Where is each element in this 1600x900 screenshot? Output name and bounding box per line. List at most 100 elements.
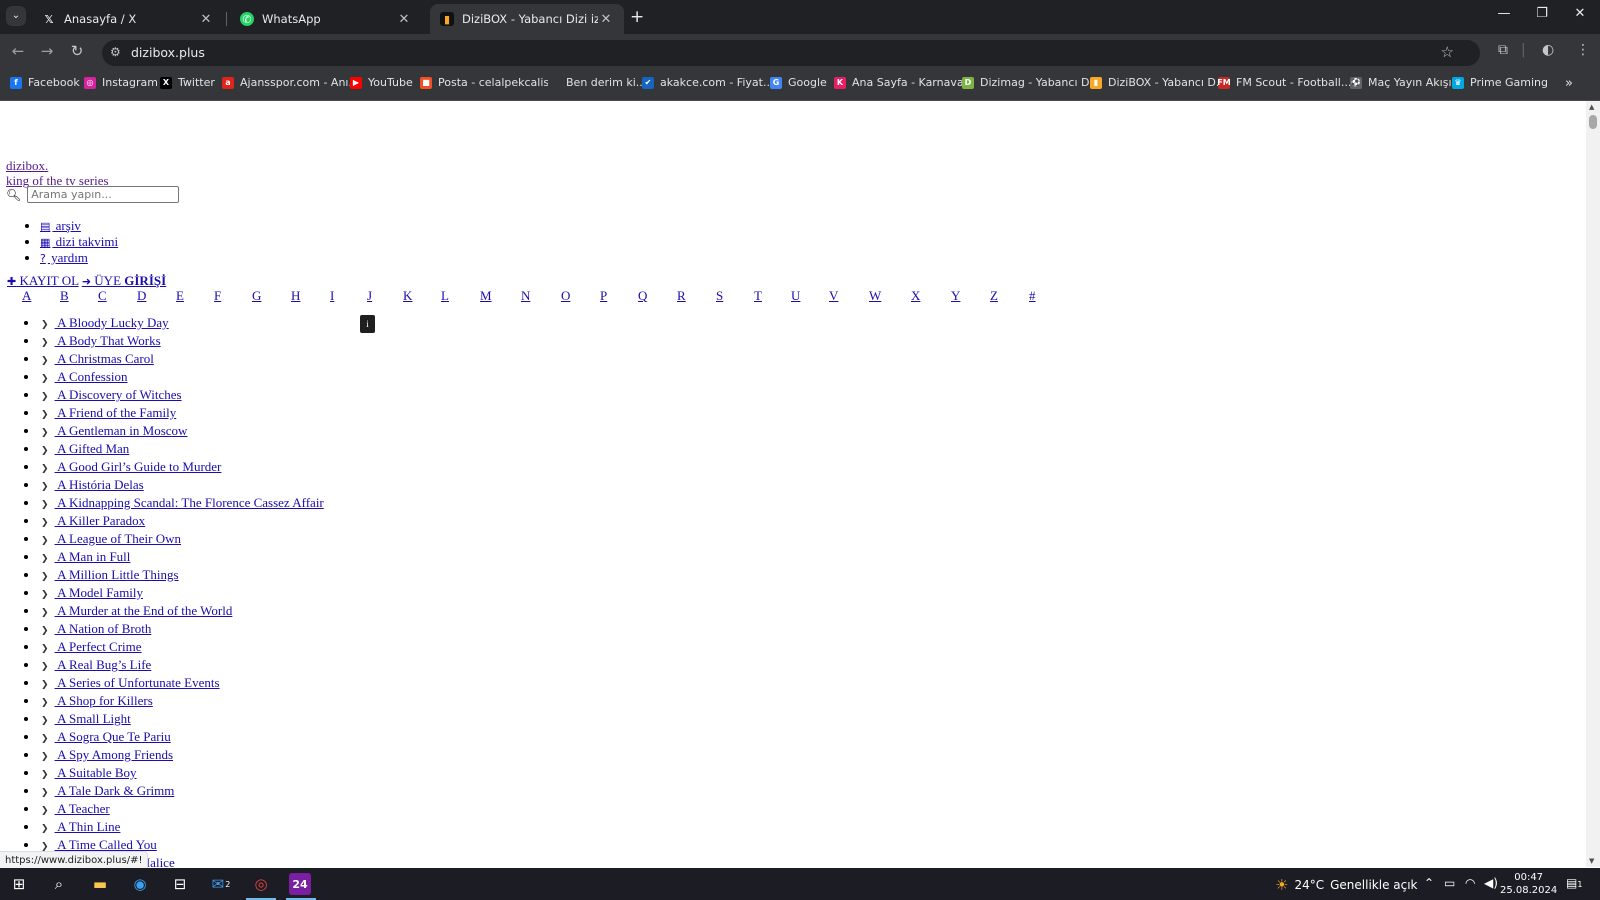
alphabet-link[interactable]: J xyxy=(367,288,372,304)
restore-icon[interactable]: ❐ xyxy=(1525,6,1559,21)
alphabet-link[interactable]: K xyxy=(403,288,412,304)
alphabet-link[interactable]: M xyxy=(480,288,492,304)
chrome-icon[interactable]: ◎ xyxy=(250,873,272,895)
bookmark-dizibox[interactable]: ▮ DiziBOX - Yabancı D... xyxy=(1090,76,1226,89)
series-link[interactable]: A Kidnapping Scandal: The Florence Casse… xyxy=(55,495,324,510)
alphabet-link[interactable]: H xyxy=(291,288,300,304)
page-scrollbar[interactable]: ▲ ▼ xyxy=(1586,101,1600,867)
minimize-icon[interactable]: — xyxy=(1487,6,1521,21)
series-link[interactable]: A Spy Among Friends xyxy=(55,747,173,762)
alphabet-link[interactable]: O xyxy=(561,288,570,304)
notifications-icon[interactable]: ▤1 xyxy=(1566,876,1582,890)
series-link[interactable]: A Gifted Man xyxy=(55,441,129,456)
series-link[interactable]: A Small Light xyxy=(55,711,131,726)
more-bookmarks-icon[interactable]: » xyxy=(1565,76,1573,91)
series-link[interactable]: A Sogra Que Te Pariu xyxy=(55,729,171,744)
scroll-down-icon[interactable]: ▼ xyxy=(1589,857,1594,865)
back-icon[interactable]: ← xyxy=(8,42,28,60)
series-link[interactable]: A Perfect Crime xyxy=(55,639,141,654)
bookmark-mac-yayin-akisi[interactable]: ⚽ Maç Yayın Akışı xyxy=(1350,76,1452,89)
bookmark-facebook[interactable]: f Facebook xyxy=(10,76,80,89)
volume-icon[interactable]: ◀) xyxy=(1484,876,1498,890)
bookmark-ajansspor[interactable]: a Ajansspor.com - Anı... xyxy=(222,76,359,89)
series-link[interactable]: A Tale Dark & Grimm xyxy=(55,783,174,798)
series-link[interactable]: A Thin Line xyxy=(55,819,120,834)
series-link[interactable]: A Model Family xyxy=(55,585,143,600)
chevron-up-icon[interactable]: ⌃ xyxy=(1424,876,1434,890)
series-link[interactable]: A Good Girl’s Guide to Murder xyxy=(55,459,221,474)
series-link[interactable]: A História Delas xyxy=(55,477,144,492)
series-link[interactable]: A Real Bug’s Life xyxy=(55,657,151,672)
alphabet-link[interactable]: R xyxy=(677,288,686,304)
nav-link-help[interactable]: ? yardım xyxy=(40,250,88,265)
forward-icon[interactable]: → xyxy=(37,42,57,60)
new-tab-button[interactable]: + xyxy=(630,7,644,27)
series-link[interactable]: A Friend of the Family xyxy=(55,405,176,420)
bookmark-fm-scout[interactable]: FM FM Scout - Football... xyxy=(1217,76,1351,89)
app-24-icon[interactable]: 24 xyxy=(289,873,311,895)
alphabet-link[interactable]: N xyxy=(521,288,530,304)
alphabet-link[interactable]: C xyxy=(98,288,107,304)
tab-dizibox[interactable]: ▮ DiziBOX - Yabancı Dizi izle, Yab ✕ xyxy=(430,4,624,34)
alphabet-link[interactable]: F xyxy=(214,288,221,304)
series-link[interactable]: A Murder at the End of the World xyxy=(55,603,232,618)
series-link[interactable]: A Confession xyxy=(55,369,127,384)
series-link[interactable]: A Discovery of Witches xyxy=(55,387,182,402)
tab-whatsapp[interactable]: ✆ WhatsApp ✕ xyxy=(230,4,422,34)
alphabet-link[interactable]: G xyxy=(252,288,261,304)
alphabet-link[interactable]: D xyxy=(137,288,146,304)
close-icon[interactable]: ✕ xyxy=(396,12,412,27)
bookmark-karnaval[interactable]: K Ana Sayfa - Karnava... xyxy=(834,76,974,89)
weather-widget[interactable]: ☀ 24°C Genellikle açık xyxy=(1275,876,1418,894)
scroll-thumb[interactable] xyxy=(1589,115,1597,129)
bookmark-twitter[interactable]: X Twitter xyxy=(160,76,215,89)
reload-icon[interactable]: ↻ xyxy=(67,42,87,60)
edge-icon[interactable]: ◉ xyxy=(129,873,151,895)
store-icon[interactable]: ⊟ xyxy=(169,873,191,895)
alphabet-link[interactable]: E xyxy=(176,288,184,304)
series-link[interactable]: A Nation of Broth xyxy=(55,621,151,636)
bookmark-google[interactable]: G Google xyxy=(770,76,827,89)
close-icon[interactable]: ✕ xyxy=(598,12,614,27)
bookmark-instagram[interactable]: ◎ Instagram xyxy=(84,76,158,89)
alphabet-link[interactable]: I xyxy=(330,288,334,304)
series-link[interactable]: A Shop for Killers xyxy=(55,693,153,708)
windows-start-icon[interactable]: ⊞ xyxy=(8,873,30,895)
nav-link-archive[interactable]: ▤ arşiv xyxy=(40,218,81,233)
alphabet-link[interactable]: B xyxy=(60,288,69,304)
alphabet-link[interactable]: Z xyxy=(990,288,998,304)
site-logo-link[interactable]: dizibox. king of the tv series xyxy=(6,158,109,188)
bookmark-youtube[interactable]: ▶ YouTube xyxy=(350,76,413,89)
tab-search-button[interactable]: ⌄ xyxy=(6,6,26,26)
mail-icon[interactable]: ✉ 2 xyxy=(210,873,232,895)
file-explorer-icon[interactable]: ▬ xyxy=(89,873,111,895)
url-text[interactable]: dizibox.plus xyxy=(131,45,205,60)
series-link[interactable]: A Man in Full xyxy=(55,549,130,564)
alphabet-link[interactable]: W xyxy=(869,288,881,304)
bookmark-akakce[interactable]: ✔ akakce.com - Fiyat... xyxy=(642,76,773,89)
series-link[interactable]: A Series of Unfortunate Events xyxy=(55,675,219,690)
extensions-icon[interactable]: ⧉ xyxy=(1498,42,1508,58)
battery-icon[interactable]: ▭ xyxy=(1444,876,1455,890)
alphabet-link[interactable]: # xyxy=(1029,288,1036,304)
series-link[interactable]: A Million Little Things xyxy=(55,567,178,582)
menu-icon[interactable]: ⋮ xyxy=(1576,42,1590,58)
series-link[interactable]: A League of Their Own xyxy=(55,531,181,546)
address-bar[interactable]: ⚙ dizibox.plus ☆ xyxy=(102,40,1480,66)
series-link[interactable]: A Killer Paradox xyxy=(55,513,145,528)
wifi-icon[interactable]: ◠ xyxy=(1465,876,1475,890)
scroll-up-icon[interactable]: ▲ xyxy=(1589,103,1594,111)
series-link[interactable]: A Body That Works xyxy=(55,333,161,348)
bookmark-star-icon[interactable]: ☆ xyxy=(1441,43,1454,61)
alphabet-link[interactable]: V xyxy=(829,288,838,304)
system-clock[interactable]: 00:47 25.08.2024 xyxy=(1500,871,1557,897)
bookmark-ben-derim-ki[interactable]: Ben derim ki... xyxy=(548,76,646,89)
series-link[interactable]: A Gentleman in Moscow xyxy=(55,423,187,438)
register-link[interactable]: ✚ KAYIT OL xyxy=(7,273,79,288)
alphabet-link[interactable]: A xyxy=(22,288,31,304)
profile-icon[interactable]: ◐ xyxy=(1542,42,1554,58)
alphabet-link[interactable]: P xyxy=(600,288,607,304)
series-link[interactable]: A Christmas Carol xyxy=(55,351,154,366)
series-link[interactable]: A Time Called You xyxy=(55,837,157,852)
alphabet-link[interactable]: Q xyxy=(638,288,647,304)
